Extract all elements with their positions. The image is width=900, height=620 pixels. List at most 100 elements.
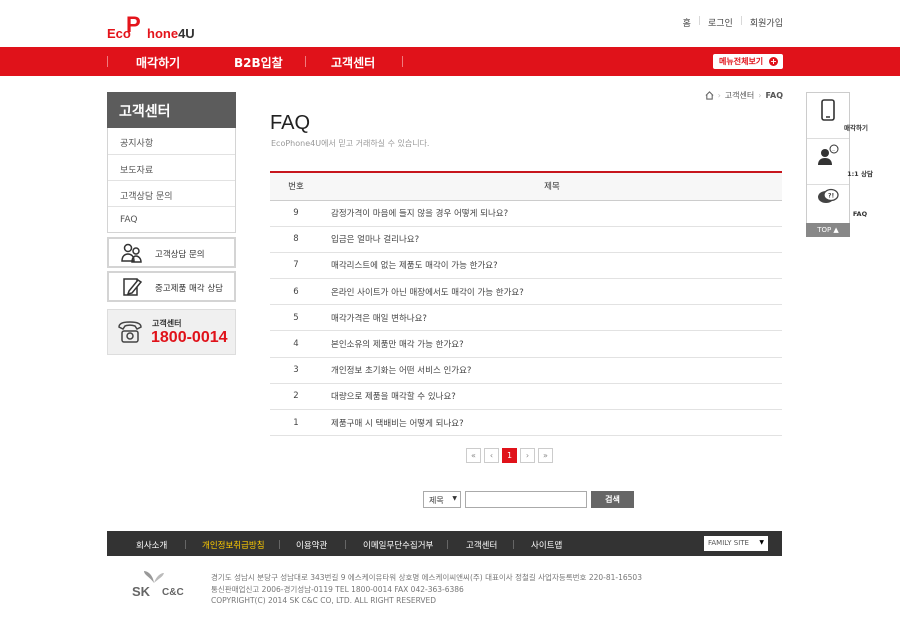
telephone-icon: [118, 321, 142, 343]
faq-number: 2: [270, 383, 322, 411]
address-line-2: 통신판매업신고 2006-경기성남-0119 TEL 1800-0014 FAX…: [211, 584, 464, 594]
faq-number: 5: [270, 304, 322, 332]
people-icon: [121, 243, 142, 263]
footer-nav: 회사소개 개인정보취급방침 이용약관 이메일무단수집거부 고객센터 사이트맵 F…: [107, 531, 782, 556]
smartphone-icon: [821, 99, 835, 121]
sub-nav-press[interactable]: 보도자료: [108, 154, 235, 180]
breadcrumb-customer-center[interactable]: 고객센터: [725, 90, 754, 101]
company-info: 경기도 성남시 분당구 성남대로 343번길 9 에스케이유타워 상호명 에스케…: [211, 572, 642, 607]
faq-question-link[interactable]: 감정가격이 마음에 들지 않을 경우 어떻게 되나요?: [322, 200, 782, 227]
main-nav: 매각하기 B2B입찰 고객센터 메뉴전체보기 +: [0, 47, 900, 76]
faq-question-link[interactable]: 제품구매 시 택배비는 어떻게 되나요?: [322, 409, 782, 437]
table-row[interactable]: 2 대량으로 제품을 매각할 수 있나요?: [270, 383, 782, 411]
sub-nav-notice[interactable]: 공지사항: [108, 128, 235, 154]
plus-icon: +: [769, 57, 778, 66]
footer-company[interactable]: 회사소개: [136, 539, 167, 551]
faq-number: 3: [270, 357, 322, 384]
page-subtitle: EcoPhone4U에서 믿고 거래하실 수 있습니다.: [271, 139, 430, 148]
sk-cc-logo: SK C&C: [132, 569, 192, 603]
sk-text: SK: [132, 584, 151, 599]
table-row[interactable]: 3 개인정보 초기화는 어떤 서비스 인가요?: [270, 357, 782, 384]
search-bar: 제목 검색: [423, 491, 634, 508]
table-row[interactable]: 1 제품구매 시 택배비는 어떻게 되나요?: [270, 409, 782, 437]
used-sell-consult-button[interactable]: 중고제품 매각 상담: [107, 271, 236, 302]
sub-nav-inquiry[interactable]: 고객상담 문의: [108, 180, 235, 206]
home-link[interactable]: 홈: [683, 16, 691, 29]
footer-sitemap[interactable]: 사이트맵: [531, 539, 562, 551]
table-row[interactable]: 6 온라인 사이트가 아닌 매장에서도 매각이 가능 한가요?: [270, 278, 782, 306]
sk-butterfly-icon: [144, 571, 164, 583]
breadcrumb: › 고객센터 › FAQ: [705, 90, 783, 101]
last-page-button[interactable]: »: [538, 448, 553, 463]
table-row[interactable]: 9 감정가격이 마음에 들지 않을 경우 어떻게 되나요?: [270, 200, 782, 227]
breadcrumb-faq: FAQ: [765, 91, 783, 100]
used-sell-label: 중고제품 매각 상담: [155, 284, 223, 294]
faq-question-link[interactable]: 온라인 사이트가 아닌 매장에서도 매각이 가능 한가요?: [322, 278, 782, 306]
faq-table: 번호 제목 9 감정가격이 마음에 들지 않을 경우 어떻게 되나요? 8 입금은 얼…: [270, 171, 782, 437]
table-row[interactable]: 5 매각가격은 매일 변하나요?: [270, 304, 782, 332]
faq-number: 4: [270, 330, 322, 358]
ecophone4u-logo[interactable]: Eco P hone4U: [107, 12, 195, 42]
page-title: FAQ: [270, 112, 311, 134]
col-title: 제목: [322, 171, 782, 201]
faq-number: 9: [270, 200, 322, 227]
quick-menu: 매각하기 ... 1:1 상담 ?! FAQ: [806, 92, 873, 237]
faq-number: 1: [270, 409, 322, 437]
all-menu-button[interactable]: 메뉴전체보기 +: [713, 54, 783, 69]
footer-customer-center[interactable]: 고객센터: [466, 539, 497, 551]
next-page-button[interactable]: ›: [520, 448, 535, 463]
nav-customer-center[interactable]: 고객센터: [331, 54, 375, 71]
search-input[interactable]: [465, 491, 587, 508]
document-edit-icon: [123, 278, 143, 296]
sub-nav-faq[interactable]: FAQ: [108, 206, 235, 232]
address-line-1: 경기도 성남시 분당구 성남대로 343번길 9 에스케이유타워 상호명 에스케…: [211, 573, 642, 582]
faq-number: 7: [270, 252, 322, 280]
quick-faq[interactable]: ?! FAQ: [807, 185, 867, 224]
home-icon[interactable]: [705, 91, 714, 100]
footer-terms[interactable]: 이용약관: [296, 539, 327, 551]
copyright: COPYRIGHT(C) 2014 SK C&C CO, LTD. ALL RI…: [211, 596, 437, 605]
faq-question-link[interactable]: 본인소유의 제품만 매각 가능 한가요?: [322, 330, 782, 358]
col-number: 번호: [270, 171, 322, 201]
speech-bubble-icon: ?!: [818, 188, 839, 203]
customer-center-box: 고객센터 1800-0014: [107, 309, 236, 355]
faq-question-link[interactable]: 입금은 얼마나 걸리나요?: [322, 226, 782, 253]
faq-question-link[interactable]: 대량으로 제품을 매각할 수 있나요?: [322, 383, 782, 411]
faq-question-link[interactable]: 매각가격은 매일 변하나요?: [322, 304, 782, 332]
cs-label: 고객센터: [152, 319, 182, 328]
login-link[interactable]: 로그인: [708, 16, 733, 29]
table-row[interactable]: 7 매각리스트에 없는 제품도 매각이 가능 한가요?: [270, 252, 782, 280]
faq-number: 6: [270, 278, 322, 306]
counselor-icon: ...: [818, 144, 839, 165]
faq-question-link[interactable]: 개인정보 초기화는 어떤 서비스 인가요?: [322, 357, 782, 384]
family-site-select[interactable]: FAMILY SITE: [704, 536, 768, 551]
top-links: 홈 | 로그인 | 회원가입: [682, 16, 783, 29]
table-row[interactable]: 8 입금은 얼마나 걸리나요?: [270, 226, 782, 253]
search-type-select[interactable]: 제목: [423, 491, 461, 508]
pagination: « ‹ 1 › »: [466, 448, 553, 463]
logo-phone-p: P: [126, 12, 141, 37]
faq-question-link[interactable]: 매각리스트에 없는 제품도 매각이 가능 한가요?: [322, 252, 782, 280]
faq-number: 8: [270, 226, 322, 253]
sub-nav-title: 고객센터: [107, 92, 236, 128]
cs-phone: 1800-0014: [151, 329, 228, 346]
page-1-button[interactable]: 1: [502, 448, 517, 463]
sub-nav: 고객센터 공지사항 보도자료 고객상담 문의 FAQ: [107, 92, 236, 233]
join-link[interactable]: 회원가입: [750, 16, 783, 29]
search-button[interactable]: 검색: [591, 491, 634, 508]
svg-text:?!: ?!: [828, 193, 834, 200]
footer-privacy[interactable]: 개인정보취급방침: [202, 539, 265, 551]
table-row[interactable]: 4 본인소유의 제품만 매각 가능 한가요?: [270, 330, 782, 358]
cc-text: C&C: [162, 587, 184, 598]
nav-b2b[interactable]: B2B입찰: [234, 54, 283, 71]
top-button[interactable]: TOP ▲: [806, 223, 850, 237]
consult-button[interactable]: 고객상담 문의: [107, 237, 236, 268]
prev-page-button[interactable]: ‹: [484, 448, 499, 463]
logo-rest-text: hone4U: [147, 26, 195, 41]
quick-chat[interactable]: ... 1:1 상담: [807, 139, 873, 185]
quick-sell[interactable]: 매각하기: [807, 93, 868, 139]
first-page-button[interactable]: «: [466, 448, 481, 463]
consult-label: 고객상담 문의: [155, 250, 205, 260]
footer-email-refusal[interactable]: 이메일무단수집거부: [363, 539, 433, 551]
nav-sell[interactable]: 매각하기: [136, 54, 180, 71]
